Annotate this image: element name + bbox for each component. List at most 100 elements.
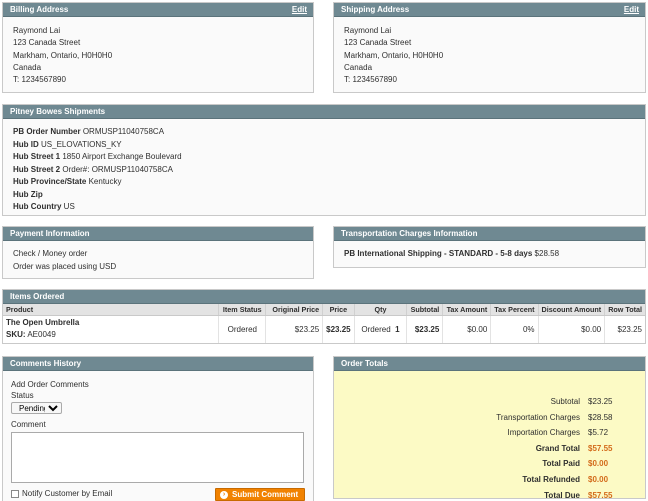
pb-label: Hub ID xyxy=(13,139,39,149)
sku-value: AE0049 xyxy=(27,330,56,340)
original-price-cell: $23.25 xyxy=(265,315,324,343)
billing-line: T: 1234567890 xyxy=(13,75,66,85)
col-qty: Qty xyxy=(354,304,408,316)
col-discount-amount: Discount Amount xyxy=(538,304,606,316)
col-price: Price xyxy=(322,304,355,316)
billing-edit-link[interactable]: Edit xyxy=(292,3,307,17)
order-totals-header: Order Totals xyxy=(334,357,645,371)
pb-row: Hub Province/State Kentucky xyxy=(13,176,635,189)
order-totals-title: Order Totals xyxy=(341,359,388,368)
transport-method: PB International Shipping - STANDARD - 5… xyxy=(344,249,533,258)
totals-row-total-refunded: Total Refunded $0.00 xyxy=(522,474,609,484)
pitney-bowes-panel: Pitney Bowes Shipments PB Order Number O… xyxy=(2,104,646,216)
tax-amount-cell: $0.00 xyxy=(442,315,492,343)
pb-value: Kentucky xyxy=(88,177,122,186)
comment-textarea[interactable] xyxy=(11,432,304,483)
qty-cell: Ordered 1 xyxy=(354,315,408,343)
shipping-address-title: Shipping Address xyxy=(341,5,410,14)
col-tax-percent: Tax Percent xyxy=(490,304,539,316)
billing-line: 123 Canada Street xyxy=(13,38,81,48)
table-row: The Open Umbrella SKU: AE0049 Ordered $2… xyxy=(3,315,645,343)
status-label: Status xyxy=(11,391,34,400)
product-cell: The Open Umbrella SKU: AE0049 xyxy=(3,315,220,343)
pb-value: ORMUSP11040758CA xyxy=(82,127,165,136)
notify-label: Notify Customer by Email xyxy=(22,489,113,498)
pb-value: US_ELOVATIONS_KY xyxy=(41,139,122,149)
pb-label: Hub Street 2 xyxy=(13,164,61,174)
notify-row: Notify Customer by Email xyxy=(11,489,112,498)
totals-row-total-paid: Total Paid $0.00 xyxy=(542,459,609,469)
row-total-cell: $23.25 xyxy=(617,324,642,334)
comments-history-title: Comments History xyxy=(10,359,82,368)
pb-value: US xyxy=(63,202,75,211)
comment-label: Comment xyxy=(11,420,46,429)
submit-arrow-icon: › xyxy=(220,490,228,499)
shipping-address-header: Shipping Address Edit xyxy=(334,3,645,17)
items-ordered-title: Items Ordered xyxy=(10,292,65,301)
items-ordered-header: Items Ordered xyxy=(3,290,645,304)
status-select[interactable]: Pending xyxy=(11,402,62,414)
col-product: Product xyxy=(3,304,220,316)
pb-row: PB Order Number ORMUSP11040758CA xyxy=(13,126,635,139)
payment-title: Payment Information xyxy=(10,229,90,238)
shipping-line: Raymond Lai xyxy=(344,26,392,35)
totals-row-total-due: Total Due $57.55 xyxy=(544,490,613,500)
transport-header: Transportation Charges Information xyxy=(334,227,645,241)
pb-label: PB Order Number xyxy=(13,127,81,136)
price-cell: $23.25 xyxy=(322,315,355,343)
pb-label: Hub Zip xyxy=(13,189,43,199)
payment-currency-note: Order was placed using USD xyxy=(13,261,117,271)
comments-history-panel: Comments History Add Order Comments Stat… xyxy=(2,356,314,501)
transport-title: Transportation Charges Information xyxy=(341,229,478,238)
pb-row: Hub ID US_ELOVATIONS_KY xyxy=(13,139,635,152)
pb-label: Hub Country xyxy=(13,202,62,211)
totals-row-subtotal: Subtotal $23.25 xyxy=(550,397,613,406)
pb-row: Hub Street 2 Order#: ORMUSP11040758CA xyxy=(13,164,635,177)
shipping-line: Markham, Ontario, H0H0H0 xyxy=(344,50,444,60)
order-totals-panel: Order Totals Subtotal $23.25 Transportati… xyxy=(333,356,646,500)
pb-value: Order#: ORMUSP11040758CA xyxy=(62,164,173,174)
sku-label: SKU: xyxy=(6,330,26,340)
billing-line: Raymond Lai xyxy=(13,26,61,35)
col-original-price: Original Price xyxy=(265,304,324,316)
col-subtotal: Subtotal xyxy=(406,304,444,316)
transport-panel: Transportation Charges Information PB In… xyxy=(333,226,646,268)
shipping-line: Canada xyxy=(344,62,373,72)
item-status-cell: Ordered xyxy=(218,315,267,343)
pitney-bowes-title: Pitney Bowes Shipments xyxy=(10,107,106,116)
transport-price: $28.58 xyxy=(534,249,560,258)
billing-line: Markham, Ontario, H0H0H0 xyxy=(13,50,113,60)
add-comments-label: Add Order Comments xyxy=(11,380,89,389)
totals-row-transportation: Transportation Charges $28.58 xyxy=(496,412,613,422)
payment-header: Payment Information xyxy=(3,227,313,241)
billing-address-header: Billing Address Edit xyxy=(3,3,313,17)
shipping-line: 123 Canada Street xyxy=(344,38,412,48)
items-table: Product Item Status Original Price Price… xyxy=(3,304,645,343)
submit-comment-button[interactable]: › Submit Comment xyxy=(215,488,306,501)
billing-address-title: Billing Address xyxy=(10,5,69,14)
shipping-edit-link[interactable]: Edit xyxy=(624,3,639,17)
pb-row: Hub Street 1 1850 Airport Exchange Boule… xyxy=(13,151,635,164)
billing-address-panel: Billing Address Edit Raymond Lai 123 Can… xyxy=(2,2,314,93)
totals-row-grand-total: Grand Total $57.55 xyxy=(535,443,613,453)
pitney-bowes-header: Pitney Bowes Shipments xyxy=(3,105,645,119)
tax-percent-cell: 0% xyxy=(490,315,539,343)
pb-row: Hub Country US xyxy=(13,201,635,214)
col-tax-amount: Tax Amount xyxy=(442,304,492,316)
subtotal-cell: $23.25 xyxy=(406,315,444,343)
totals-row-importation: Importation Charges $5.72 xyxy=(507,428,609,438)
submit-comment-label: Submit Comment xyxy=(232,490,299,499)
notify-checkbox[interactable] xyxy=(11,489,19,498)
col-item-status: Item Status xyxy=(218,304,267,316)
payment-panel: Payment Information Check / Money order … xyxy=(2,226,314,279)
pb-row: Hub Zip xyxy=(13,189,635,202)
pb-value: 1850 Airport Exchange Boulevard xyxy=(62,152,182,161)
pb-label: Hub Street 1 xyxy=(13,152,61,161)
shipping-line: T: 1234567890 xyxy=(344,75,397,85)
items-table-header-row: Product Item Status Original Price Price… xyxy=(3,304,645,316)
col-row-total: Row Total xyxy=(604,304,645,316)
product-name: The Open Umbrella xyxy=(6,318,80,328)
items-ordered-panel: Items Ordered Product Item Status Origin… xyxy=(2,289,646,344)
billing-line: Canada xyxy=(13,62,42,72)
discount-amount-cell: $0.00 xyxy=(538,315,606,343)
